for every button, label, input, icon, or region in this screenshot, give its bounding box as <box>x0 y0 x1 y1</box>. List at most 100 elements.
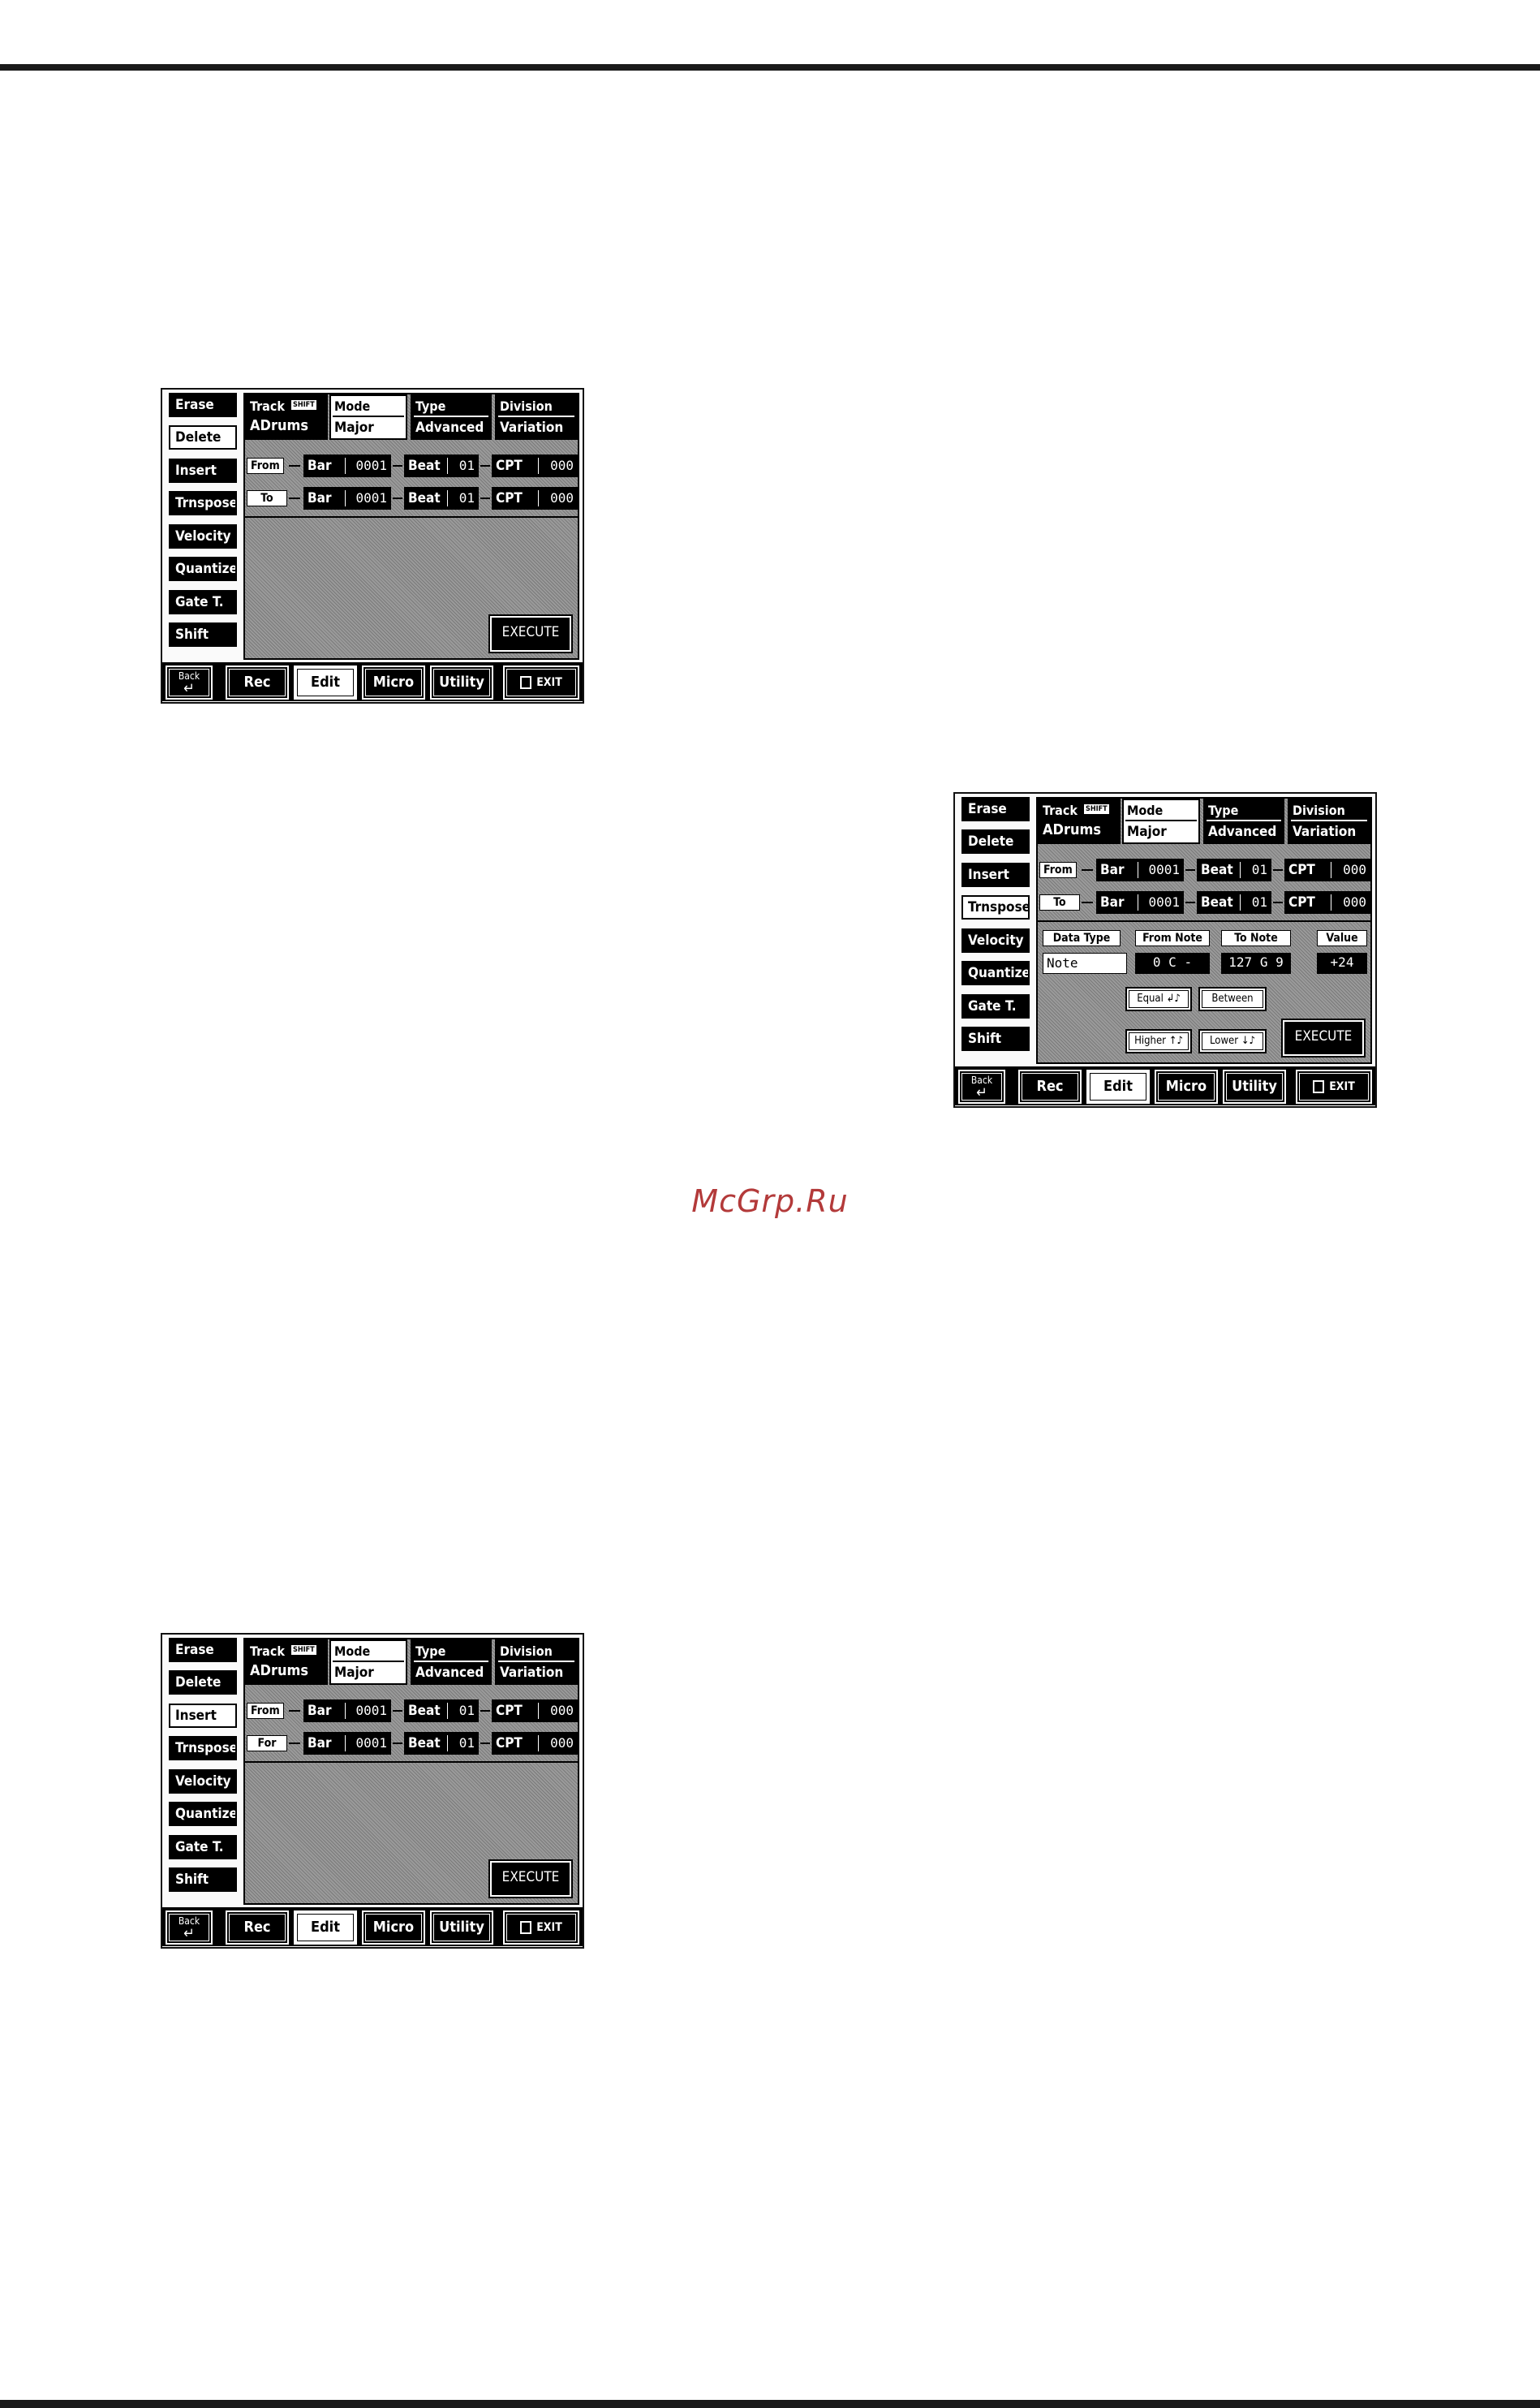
sidebar-item-transpose[interactable]: Trnspose <box>961 895 1030 920</box>
lower-button[interactable]: Lower ↓♪ <box>1198 1029 1267 1053</box>
higher-button[interactable]: Higher ↑♪ <box>1125 1029 1192 1053</box>
sidebar-item-shift[interactable]: Shift <box>961 1027 1030 1051</box>
edit-button[interactable]: Edit <box>294 666 357 700</box>
sidebar-item-insert[interactable]: Insert <box>169 1704 237 1728</box>
to-tag: To <box>1039 894 1080 911</box>
cpt-label: CPT <box>496 1703 523 1719</box>
sidebar-item-velocity[interactable]: Velocity <box>169 1769 237 1794</box>
track-field[interactable]: Track SHIFT ADrums <box>245 1639 328 1685</box>
mode-field[interactable]: Mode Major <box>329 1639 407 1685</box>
value-value[interactable]: +24 <box>1317 953 1367 974</box>
sidebar-item-quantize[interactable]: Quantize <box>169 1802 237 1826</box>
to-beat-field[interactable]: Beat 01 <box>1197 891 1271 914</box>
edit-button[interactable]: Edit <box>1086 1070 1150 1104</box>
sidebar-item-quantize[interactable]: Quantize <box>169 557 237 581</box>
mode-field[interactable]: Mode Major <box>329 394 407 440</box>
type-field[interactable]: Type Advanced <box>411 1639 492 1685</box>
dash <box>289 1710 300 1712</box>
division-field[interactable]: Division Variation <box>495 1639 578 1685</box>
utility-button[interactable]: Utility <box>430 1910 493 1945</box>
sidebar-item-delete[interactable]: Delete <box>169 425 237 450</box>
division-field[interactable]: Division Variation <box>495 394 578 440</box>
to-cpt-field[interactable]: CPT 000 <box>492 1732 578 1755</box>
back-button[interactable]: Back ↵ <box>166 666 213 700</box>
rec-button[interactable]: Rec <box>226 1910 289 1945</box>
micro-button[interactable]: Micro <box>1155 1070 1218 1104</box>
equal-button[interactable]: Equal ↲♪ <box>1125 987 1192 1011</box>
execute-button[interactable]: EXECUTE <box>1281 1019 1366 1058</box>
from-cpt-field[interactable]: CPT 000 <box>492 454 578 477</box>
rec-button[interactable]: Rec <box>226 666 289 700</box>
type-field[interactable]: Type Advanced <box>411 394 492 440</box>
sidebar-item-shift[interactable]: Shift <box>169 622 237 647</box>
sidebar-item-quantize[interactable]: Quantize <box>961 961 1030 985</box>
sidebar-item-shift[interactable]: Shift <box>169 1867 237 1892</box>
from-bar-field[interactable]: Bar 0001 <box>303 454 391 477</box>
sidebar-item-erase[interactable]: Erase <box>169 393 237 417</box>
exit-button[interactable]: EXIT <box>1296 1070 1372 1104</box>
rec-button[interactable]: Rec <box>1018 1070 1082 1104</box>
mode-field[interactable]: Mode Major <box>1122 799 1200 844</box>
track-field[interactable]: Track SHIFT ADrums <box>1038 799 1121 844</box>
to-note-value[interactable]: 127 G 9 <box>1221 953 1291 974</box>
edit-button[interactable]: Edit <box>294 1910 357 1945</box>
from-beat-field[interactable]: Beat 01 <box>404 1699 479 1722</box>
shift-chip: SHIFT <box>290 399 317 411</box>
from-cpt-field[interactable]: CPT 000 <box>492 1699 578 1722</box>
exit-button[interactable]: EXIT <box>503 666 579 700</box>
from-bar-field[interactable]: Bar 0001 <box>303 1699 391 1722</box>
to-beat-field[interactable]: Beat 01 <box>404 1732 479 1755</box>
cpt-label: CPT <box>496 490 523 506</box>
sidebar-item-transpose[interactable]: Trnspose <box>169 491 237 515</box>
utility-button[interactable]: Utility <box>430 666 493 700</box>
exit-icon <box>1313 1080 1325 1093</box>
sidebar-item-insert[interactable]: Insert <box>169 459 237 483</box>
division-field[interactable]: Division Variation <box>1288 799 1370 844</box>
from-bar-field[interactable]: Bar 0001 <box>1096 859 1184 881</box>
execute-button[interactable]: EXECUTE <box>488 614 573 653</box>
execute-button[interactable]: EXECUTE <box>488 1859 573 1898</box>
sidebar-item-gate-time[interactable]: Gate T. <box>169 590 237 614</box>
micro-button[interactable]: Micro <box>362 666 425 700</box>
type-field[interactable]: Type Advanced <box>1203 799 1284 844</box>
sidebar-item-delete[interactable]: Delete <box>169 1670 237 1695</box>
to-bar-field[interactable]: Bar 0001 <box>303 487 391 510</box>
to-tag: For <box>247 1735 287 1751</box>
exit-button[interactable]: EXIT <box>503 1910 579 1945</box>
sidebar-item-erase[interactable]: Erase <box>961 797 1030 821</box>
utility-button[interactable]: Utility <box>1223 1070 1286 1104</box>
data-type-value[interactable]: Note <box>1043 953 1127 974</box>
division-value: Variation <box>1293 824 1357 840</box>
sidebar-item-velocity[interactable]: Velocity <box>169 524 237 549</box>
sidebar-item-gate-time[interactable]: Gate T. <box>961 994 1030 1019</box>
sidebar-item-gate-time[interactable]: Gate T. <box>169 1835 237 1859</box>
sidebar-item-velocity[interactable]: Velocity <box>961 928 1030 953</box>
mode-divider <box>333 416 404 417</box>
separator <box>447 1735 448 1751</box>
track-field[interactable]: Track SHIFT ADrums <box>245 394 328 440</box>
to-cpt-field[interactable]: CPT 000 <box>1284 891 1370 914</box>
to-bar-field[interactable]: Bar 0001 <box>303 1732 391 1755</box>
to-bar-field[interactable]: Bar 0001 <box>1096 891 1184 914</box>
micro-button[interactable]: Micro <box>362 1910 425 1945</box>
sidebar-item-erase[interactable]: Erase <box>169 1638 237 1662</box>
from-beat-field[interactable]: Beat 01 <box>1197 859 1271 881</box>
type-value: Advanced <box>415 1665 484 1681</box>
from-note-value[interactable]: 0 C - <box>1135 953 1210 974</box>
from-bar-value: 0001 <box>355 1703 387 1718</box>
back-button[interactable]: Back ↵ <box>958 1070 1005 1104</box>
between-button[interactable]: Between <box>1198 987 1267 1011</box>
back-button[interactable]: Back ↵ <box>166 1910 213 1945</box>
to-cpt-field[interactable]: CPT 000 <box>492 487 578 510</box>
from-beat-field[interactable]: Beat 01 <box>404 454 479 477</box>
sidebar-item-insert[interactable]: Insert <box>961 863 1030 887</box>
separator <box>345 458 346 474</box>
dash <box>393 498 402 499</box>
to-beat-field[interactable]: Beat 01 <box>404 487 479 510</box>
mode-label: Mode <box>1127 803 1164 818</box>
sidebar-item-transpose[interactable]: Trnspose <box>169 1736 237 1760</box>
sidebar-item-delete[interactable]: Delete <box>961 829 1030 854</box>
back-arrow-icon: ↵ <box>183 680 195 697</box>
dash <box>289 465 300 467</box>
from-cpt-field[interactable]: CPT 000 <box>1284 859 1370 881</box>
